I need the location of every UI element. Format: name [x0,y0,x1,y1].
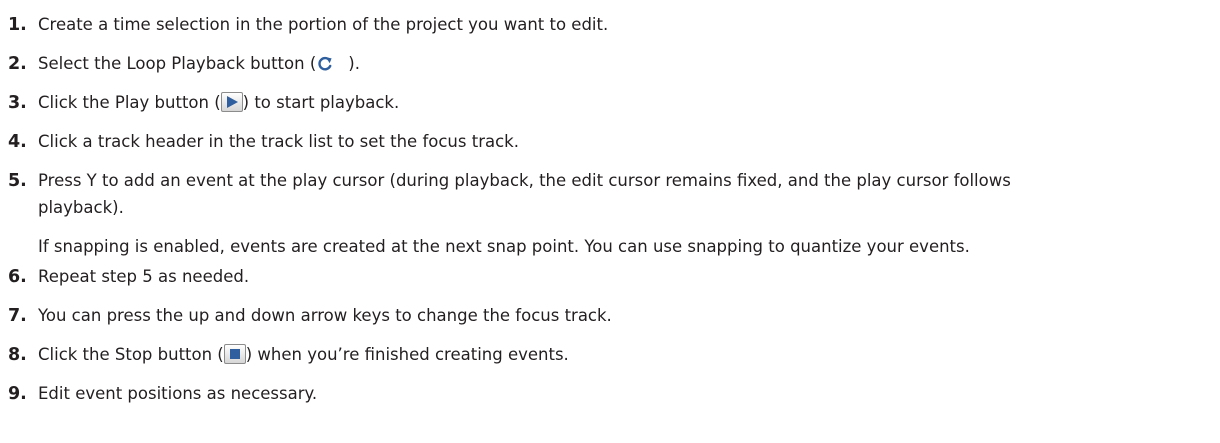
step-text: Click a track header in the track list t… [38,132,519,151]
play-icon [220,92,243,112]
step-number: 3. [8,93,27,113]
step-number: 2. [8,54,27,74]
step-text: Create a time selection in the portion o… [38,15,609,34]
step-text: Select the Loop Playback button (). [38,53,360,75]
stop-icon [223,344,246,364]
step-number: 1. [8,15,27,35]
step-text-before: Click the Stop button ( [38,345,224,364]
step-text: Press Y to add an event at the play curs… [38,171,1011,190]
step-text: Repeat step 5 as needed. [38,267,250,286]
step-number: 8. [8,345,27,365]
step-number: 9. [8,384,27,404]
step-number: 7. [8,306,27,326]
step-text-continued: playback). [38,198,124,217]
step-text-after: ) when you’re finished creating events. [245,345,569,364]
instruction-list: 1. Create a time selection in the portio… [0,0,1220,443]
step-number: 6. [8,267,27,287]
step-text: You can press the up and down arrow keys… [38,306,612,325]
step-text-after: ) to start playback. [242,93,400,112]
step-text: Click the Play button ( ) to start playba… [38,92,399,114]
step-text: Edit event positions as necessary. [38,384,318,403]
snapping-note: If snapping is enabled, events are creat… [38,237,970,256]
step-text-before: Select the Loop Playback button ( [38,54,317,73]
step-text-before: Click the Play button ( [38,93,221,112]
step-text: Click the Stop button ( ) when you’re fin… [38,344,569,366]
step-number: 5. [8,171,27,191]
loop-playback-icon [316,55,334,73]
step-text-after: ). [348,54,360,73]
step-number: 4. [8,132,27,152]
